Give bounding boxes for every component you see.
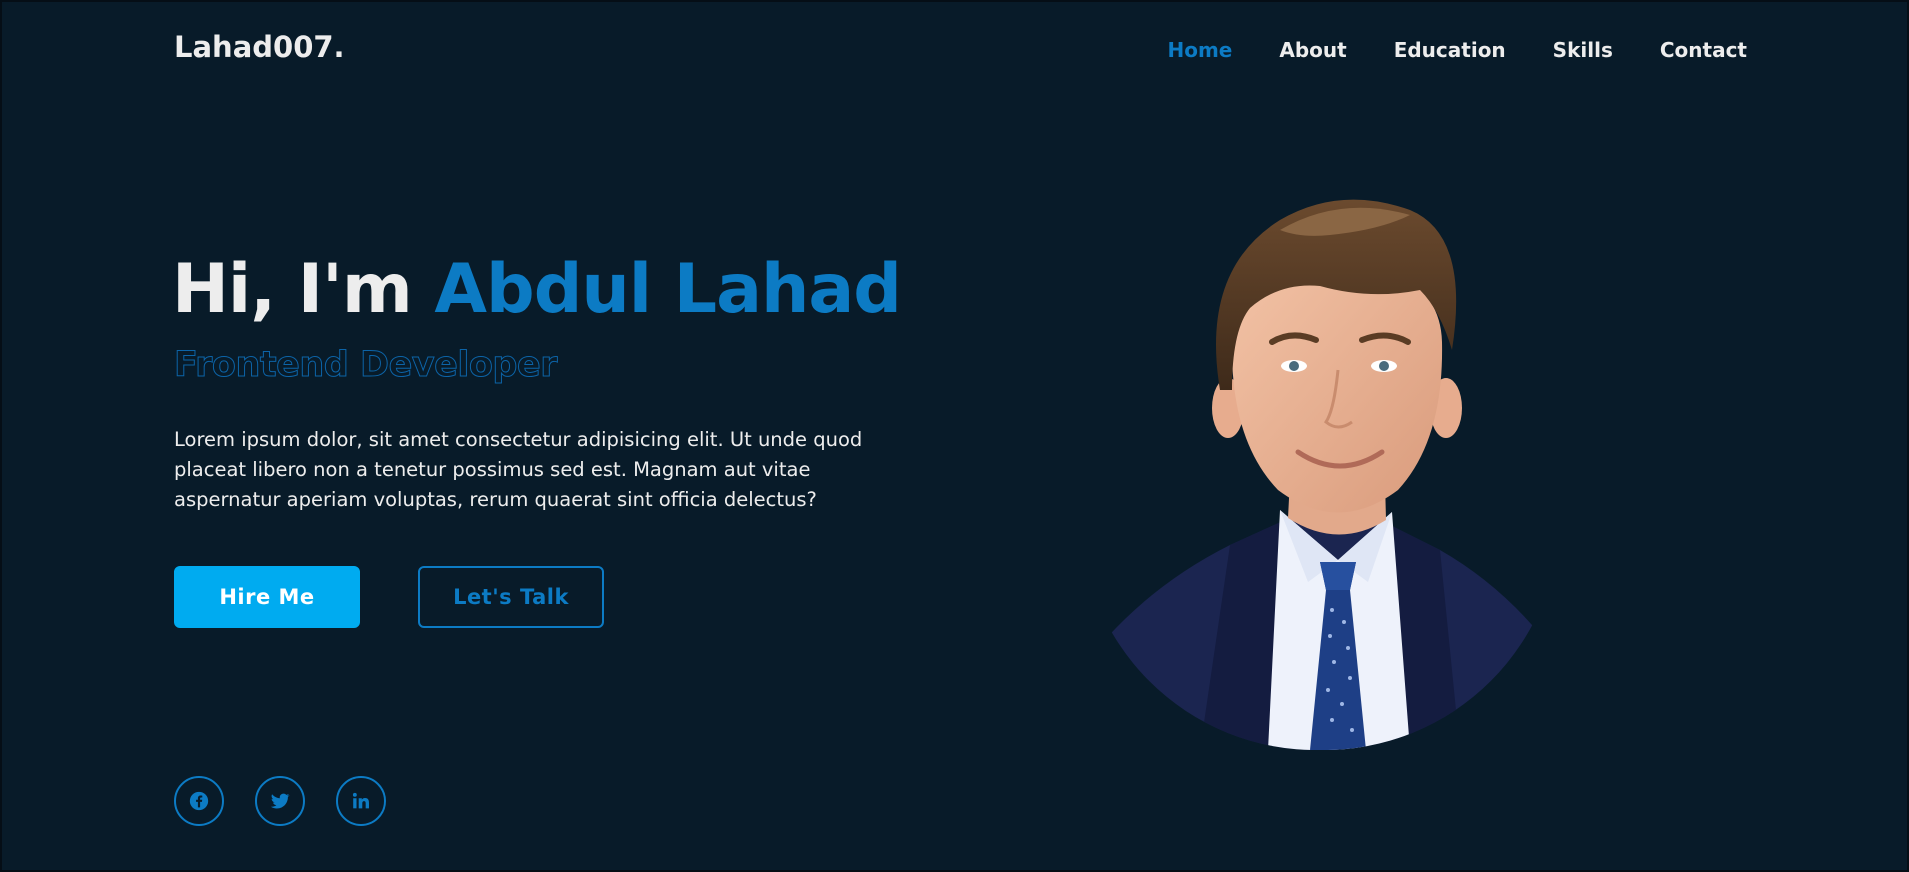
site-logo[interactable]: Lahad007. <box>174 30 345 64</box>
twitter-icon <box>270 793 290 809</box>
facebook-link[interactable] <box>174 776 224 826</box>
nav-item-contact[interactable]: Contact <box>1660 38 1747 62</box>
hero-role: Frontend Developer <box>174 345 558 385</box>
hero-description: Lorem ipsum dolor, sit amet consectetur … <box>174 428 863 511</box>
linkedin-icon <box>352 792 369 809</box>
twitter-link[interactable] <box>255 776 305 826</box>
hire-me-button[interactable]: Hire Me <box>174 566 360 628</box>
nav-item-education[interactable]: Education <box>1394 38 1506 62</box>
hero-heading: Hi, I'm Abdul Lahad <box>172 256 902 324</box>
lets-talk-button[interactable]: Let's Talk <box>418 566 604 628</box>
nav-item-home[interactable]: Home <box>1167 38 1232 62</box>
nav-item-skills[interactable]: Skills <box>1553 38 1613 62</box>
main-nav: Home About Education Skills Contact <box>1167 38 1747 62</box>
hire-me-label: Hire Me <box>219 585 315 609</box>
nav-item-about[interactable]: About <box>1279 38 1346 62</box>
greeting-prefix: Hi, I'm <box>172 250 413 329</box>
profile-portrait <box>1080 199 1560 750</box>
linkedin-link[interactable] <box>336 776 386 826</box>
social-links <box>174 776 386 826</box>
hero-name: Abdul Lahad <box>434 250 902 329</box>
facebook-icon <box>189 791 209 811</box>
